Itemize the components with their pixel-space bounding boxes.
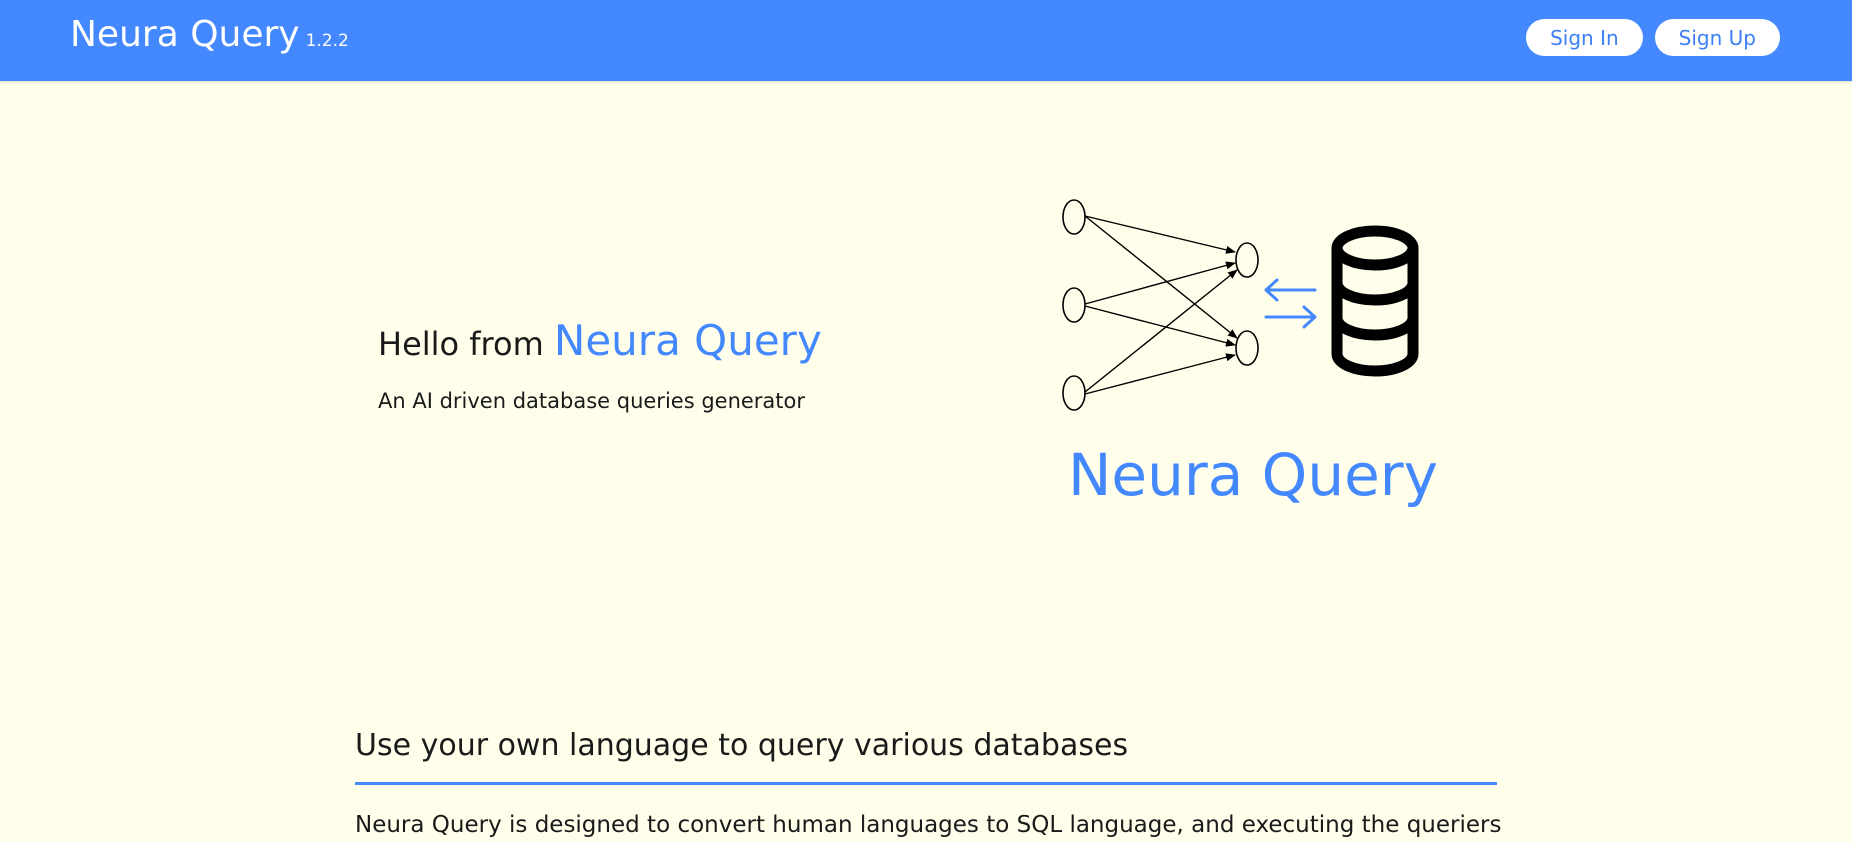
hero-brand: Neura Query bbox=[553, 316, 822, 365]
sign-in-button[interactable]: Sign In bbox=[1526, 19, 1643, 56]
auth-buttons: Sign In Sign Up bbox=[1526, 19, 1780, 56]
hero-title: Hello from Neura Query bbox=[378, 316, 822, 365]
hero-greeting: Hello from bbox=[378, 325, 544, 363]
section-divider bbox=[355, 782, 1497, 785]
neura-query-logo: Neura Query bbox=[1062, 199, 1438, 509]
brand-logo[interactable]: Neura Query 1.2.2 bbox=[70, 14, 349, 55]
exchange-arrows-icon bbox=[1264, 278, 1317, 329]
navbar: Neura Query 1.2.2 Sign In Sign Up bbox=[0, 0, 1852, 81]
sign-up-button[interactable]: Sign Up bbox=[1654, 19, 1780, 56]
neural-network-icon bbox=[1062, 199, 1259, 411]
section-text: Neura Query is designed to convert human… bbox=[355, 812, 1502, 838]
brand-name: Neura Query bbox=[70, 14, 300, 55]
version-label: 1.2.2 bbox=[305, 31, 349, 51]
hero-subtitle: An AI driven database queries generator bbox=[378, 389, 806, 413]
logo-text: Neura Query bbox=[1068, 441, 1438, 509]
database-icon bbox=[1331, 225, 1419, 377]
section-title: Use your own language to query various d… bbox=[355, 728, 1129, 763]
